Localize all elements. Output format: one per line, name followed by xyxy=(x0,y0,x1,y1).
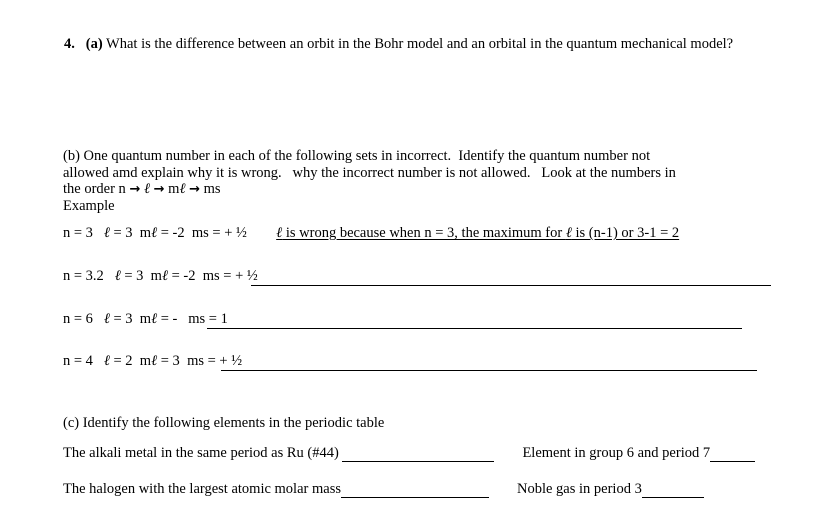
ml-value: = - xyxy=(157,311,182,327)
document-page: 4. (a) What is the difference between an… xyxy=(0,0,838,514)
quantum-row-example: n = 3 ℓ = 3 mℓ = -2 ms = + ½ ℓ is wrong … xyxy=(63,225,679,242)
arrow-icon: → xyxy=(129,182,141,197)
l-value: = 2 xyxy=(109,353,133,369)
example-answer-text: ℓ is wrong because when n = 3, the maxim… xyxy=(254,225,679,241)
n-value: n = 3.2 xyxy=(63,268,104,284)
question-4a-paragraph: 4. (a) What is the difference between an… xyxy=(64,36,764,53)
part-c-prompt-right: Noble gas in period 3 xyxy=(516,481,642,497)
quantum-row-3: n = 6 ℓ = 3 mℓ = - ms = 1 xyxy=(63,311,228,328)
arrow-icon: → xyxy=(189,182,201,197)
answer-body: is wrong because when n = 3, the maximum… xyxy=(282,225,566,241)
answer-tail: is (n-1) or 3-1 = 2 xyxy=(571,225,680,241)
ms-value: ms = 1 xyxy=(188,311,228,327)
arrow-icon: → xyxy=(153,182,165,197)
answer-blank-4[interactable] xyxy=(221,370,757,371)
m-letter: m xyxy=(139,311,152,327)
l-value: = 3 xyxy=(120,268,144,284)
part-a-text: What is the difference between an orbit … xyxy=(106,36,734,52)
n-value: n = 6 xyxy=(63,311,93,327)
ms-value: ms = + ½ xyxy=(187,353,243,369)
part-c-prompt-left: The alkali metal in the same period as R… xyxy=(63,445,339,461)
m-letter: m xyxy=(168,181,180,197)
part-c-blank-1[interactable] xyxy=(342,447,495,462)
ms-symbol: ms xyxy=(203,181,221,197)
part-c-row-2: The halogen with the largest atomic mola… xyxy=(63,481,838,498)
quantum-row-4: n = 4 ℓ = 2 mℓ = 3 ms = + ½ xyxy=(63,353,242,370)
ms-value: ms = + ½ xyxy=(191,225,247,241)
ml-value: = -2 xyxy=(157,225,185,241)
example-label: Example xyxy=(63,198,115,214)
m-letter: m xyxy=(139,225,152,241)
ell-symbol: ℓ xyxy=(143,181,151,197)
part-b-line-2: allowed amd explain why it is wrong. why… xyxy=(63,164,676,181)
n-value: n = 4 xyxy=(63,353,93,369)
part-c-blank-4[interactable] xyxy=(641,483,704,498)
part-b-intro: (b) One quantum number in each of the fo… xyxy=(63,148,775,199)
part-c-row-1: The alkali metal in the same period as R… xyxy=(63,445,838,462)
ml-value: = 3 xyxy=(157,353,180,369)
part-c-prompt-right: Element in group 6 and period 7 xyxy=(522,445,711,461)
part-c-blank-3[interactable] xyxy=(340,483,489,498)
part-b-line-1: (b) One quantum number in each of the fo… xyxy=(63,148,651,164)
part-c-intro: (c) Identify the following elements in t… xyxy=(63,415,385,431)
quantum-row-2: n = 3.2 ℓ = 3 mℓ = -2 ms = + ½ xyxy=(63,268,258,285)
part-b-line-3-prefix: the order n xyxy=(63,181,130,197)
part-c-blank-2[interactable] xyxy=(710,447,756,462)
m-letter: m xyxy=(139,353,152,369)
l-value: = 3 xyxy=(109,225,133,241)
ms-value: ms = + ½ xyxy=(202,268,258,284)
m-letter: m xyxy=(150,268,162,284)
answer-blank-3[interactable] xyxy=(207,328,742,329)
ml-value: = -2 xyxy=(168,268,196,284)
l-value: = 3 xyxy=(109,311,133,327)
part-a-label: (a) xyxy=(85,36,103,52)
ell-symbol: ℓ xyxy=(179,181,186,197)
question-number: 4. xyxy=(64,36,75,52)
n-value: n = 3 xyxy=(63,225,93,241)
part-c-prompt-left: The halogen with the largest atomic mola… xyxy=(63,481,341,497)
answer-blank-2[interactable] xyxy=(251,285,771,286)
